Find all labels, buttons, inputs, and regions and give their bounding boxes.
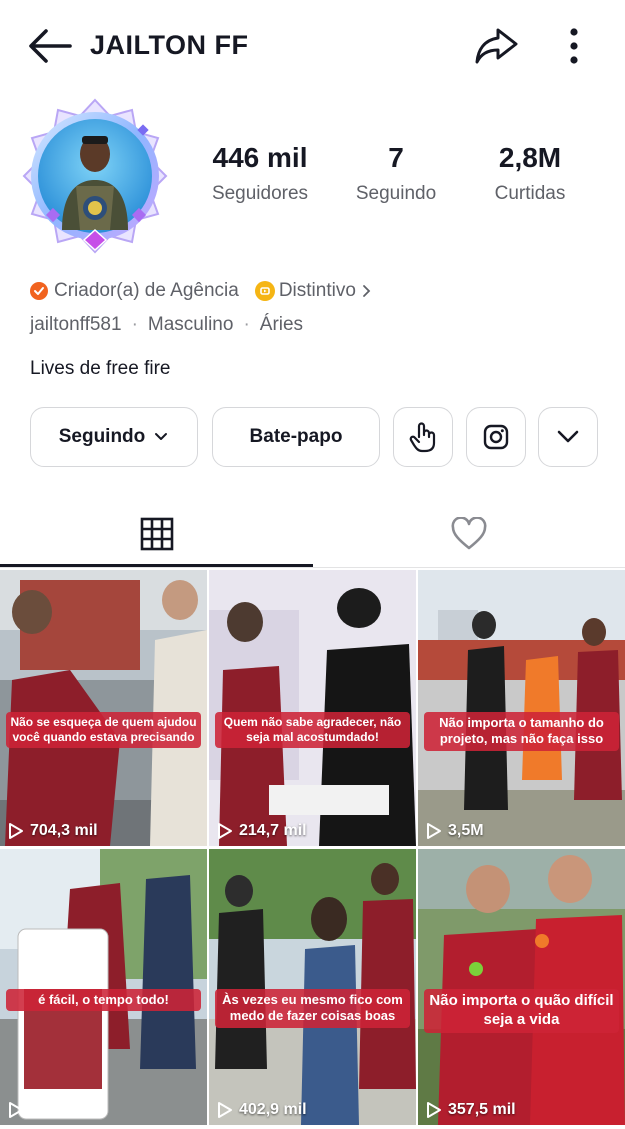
gender: Masculino — [147, 314, 234, 335]
video-caption: Não se esqueça de quem ajudou você quand… — [6, 712, 201, 748]
profile-stats: 446 mil Seguidores 7 Seguindo 2,8M Curti… — [190, 140, 610, 220]
likes-count: 2,8M — [498, 142, 562, 173]
chevron-down-icon — [557, 430, 579, 443]
video-thumbnail — [209, 849, 416, 1125]
creator-label: Criador(a) de Agência — [54, 280, 239, 301]
chat-button-label: Bate-papo — [249, 426, 343, 447]
play-icon — [9, 1102, 23, 1118]
play-icon — [218, 823, 232, 839]
followers-count: 446 mil — [212, 142, 308, 173]
grid-icon — [140, 517, 173, 551]
tap-button[interactable] — [393, 407, 453, 467]
separator-dot: · — [131, 314, 138, 335]
view-count-text: 3,5M — [448, 822, 484, 839]
zodiac-sign: Áries — [259, 314, 304, 335]
likes-stat: 2,8M Curtidas — [460, 140, 600, 206]
profile-title: JAILTON FF — [90, 30, 249, 60]
video-tile[interactable]: é fácil, o tempo todo! — [0, 849, 207, 1125]
following-label: Seguindo — [355, 183, 437, 204]
play-icon — [427, 1102, 441, 1118]
chevron-down-icon — [155, 433, 168, 440]
video-tile[interactable]: Não importa o quão difícil seja a vida 3… — [418, 849, 625, 1125]
play-icon — [9, 823, 23, 839]
username: jailtonff581 — [30, 314, 122, 335]
view-count: 3,5M — [426, 822, 484, 840]
video-thumbnail — [209, 570, 416, 846]
separator-dot: · — [243, 314, 250, 335]
top-bar: JAILTON FF — [0, 0, 625, 95]
video-tile[interactable]: Às vezes eu mesmo fico com medo de fazer… — [209, 849, 416, 1125]
bio-text: Lives de free fire — [30, 358, 171, 379]
followers-stat[interactable]: 446 mil Seguidores — [190, 140, 330, 206]
tap-hand-icon — [409, 422, 436, 453]
video-thumbnail — [0, 570, 207, 846]
more-profile-button[interactable] — [538, 407, 598, 467]
share-button[interactable] — [472, 24, 520, 68]
following-stat[interactable]: 7 Seguindo — [326, 140, 466, 206]
arrow-left-icon — [29, 29, 72, 63]
video-thumbnail — [418, 570, 625, 846]
video-thumbnail — [0, 849, 207, 1125]
view-count — [8, 1101, 30, 1119]
avatar[interactable] — [18, 98, 173, 256]
more-options-button[interactable] — [560, 24, 588, 68]
video-tile[interactable]: Não se esqueça de quem ajudou você quand… — [0, 570, 207, 846]
view-count-text: 402,9 mil — [239, 1101, 307, 1118]
chat-button[interactable]: Bate-papo — [212, 407, 380, 467]
profile-tabs — [0, 500, 625, 568]
creator-row: Criador(a) de Agência Distintivo — [30, 278, 374, 304]
view-count: 214,7 mil — [217, 822, 307, 840]
followers-label: Seguidores — [211, 183, 309, 204]
back-button[interactable] — [26, 26, 74, 66]
following-count: 7 — [388, 142, 404, 173]
following-button-label: Seguindo — [58, 426, 146, 447]
video-caption: Às vezes eu mesmo fico com medo de fazer… — [215, 989, 410, 1028]
instagram-button[interactable] — [466, 407, 526, 467]
view-count: 704,3 mil — [8, 822, 98, 840]
share-arrow-icon — [475, 28, 518, 64]
view-count: 402,9 mil — [217, 1101, 307, 1119]
more-vertical-icon — [570, 28, 578, 64]
badge-link[interactable]: Distintivo — [279, 280, 356, 302]
chevron-right-icon — [363, 285, 371, 297]
details-row: jailtonff581 · Masculino · Áries — [30, 312, 303, 338]
tab-liked[interactable] — [313, 500, 625, 568]
avatar-frame — [22, 98, 168, 254]
video-caption: Quem não sabe agradecer, não seja mal ac… — [215, 712, 410, 748]
instagram-icon — [483, 424, 509, 450]
view-count-text: 357,5 mil — [448, 1101, 516, 1118]
play-icon — [427, 823, 441, 839]
video-tile[interactable]: Quem não sabe agradecer, não seja mal ac… — [209, 570, 416, 846]
agency-creator-icon — [30, 282, 48, 300]
badge-icon — [254, 281, 275, 301]
likes-label: Curtidas — [494, 183, 566, 204]
view-count-text: 704,3 mil — [30, 822, 98, 839]
video-tile[interactable]: Não importa o tamanho do projeto, mas nã… — [418, 570, 625, 846]
view-count: 357,5 mil — [426, 1101, 516, 1119]
video-caption: Não importa o quão difícil seja a vida — [424, 989, 619, 1033]
video-caption: Não importa o tamanho do projeto, mas nã… — [424, 712, 619, 751]
following-dropdown-button[interactable]: Seguindo — [30, 407, 198, 467]
view-count-text: 214,7 mil — [239, 822, 307, 839]
tab-videos[interactable] — [0, 500, 313, 568]
active-tab-indicator — [0, 564, 313, 567]
heart-icon — [451, 517, 487, 550]
play-icon — [218, 1102, 232, 1118]
video-caption: é fácil, o tempo todo! — [6, 989, 201, 1012]
video-thumbnail — [418, 849, 625, 1125]
